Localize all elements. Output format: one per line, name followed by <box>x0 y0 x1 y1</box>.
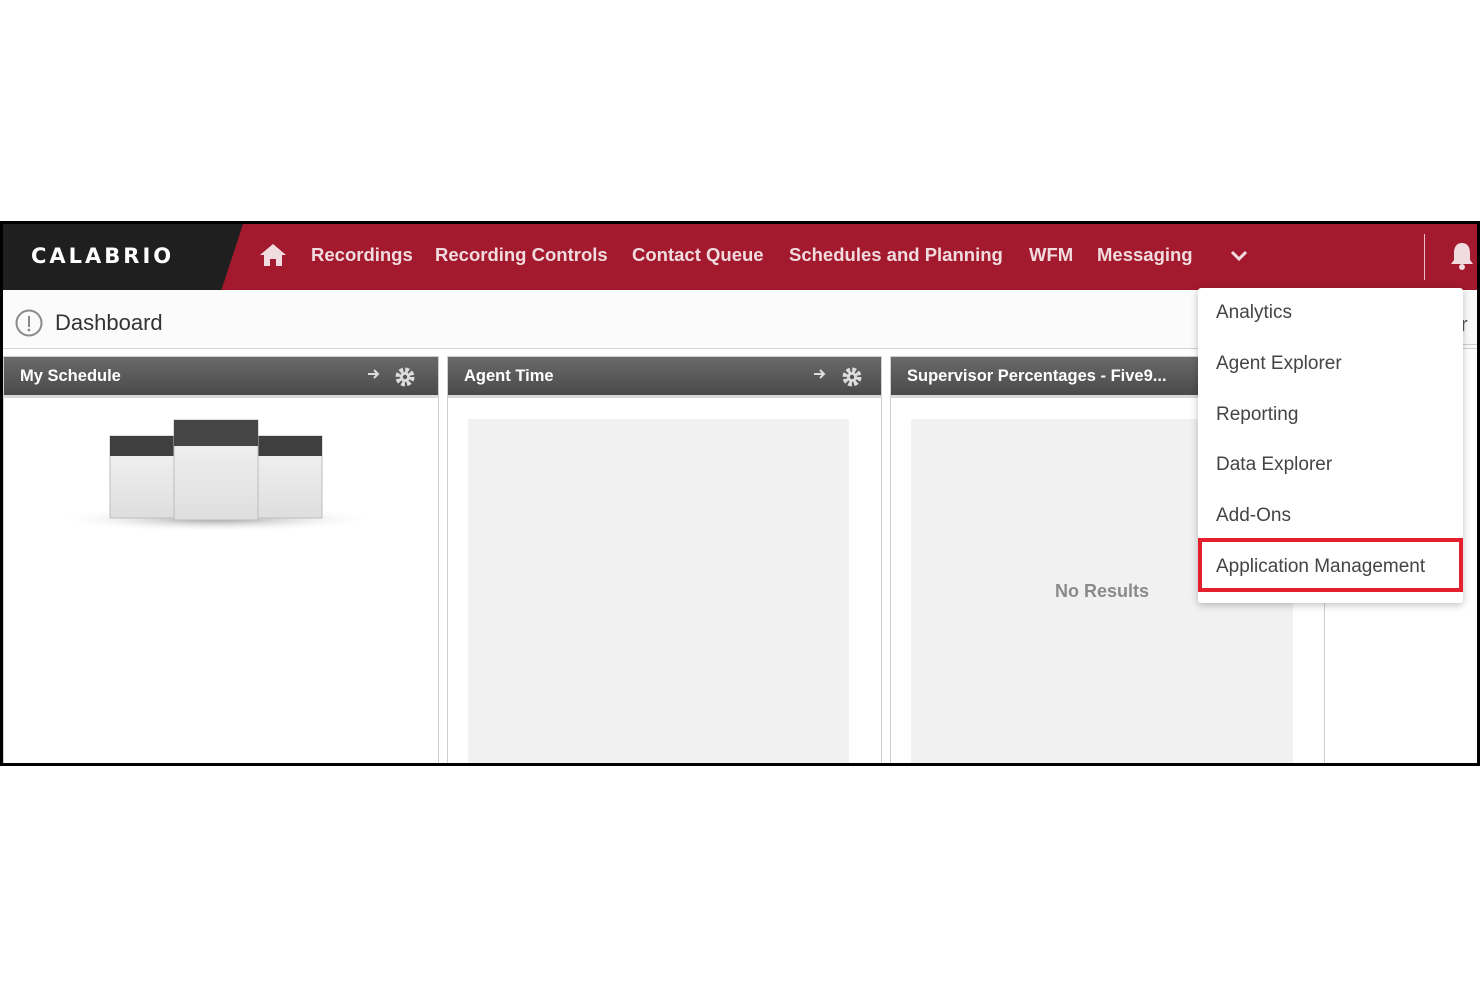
nav-recording-controls[interactable]: Recording Controls <box>435 244 608 266</box>
widget-title: Agent Time <box>464 367 554 385</box>
nav-recordings[interactable]: Recordings <box>311 244 413 266</box>
highlight-box <box>1198 538 1463 592</box>
info-icon[interactable] <box>14 308 44 343</box>
nav-schedules-and-planning[interactable]: Schedules and Planning <box>789 244 1003 266</box>
menu-item-analytics[interactable]: Analytics <box>1216 302 1292 324</box>
page-title: Dashboard <box>55 310 163 335</box>
arrow-right-icon[interactable] <box>812 366 828 387</box>
chevron-down-icon[interactable] <box>1229 248 1249 269</box>
widget-title: Supervisor Percentages - Five9... <box>907 367 1167 385</box>
nav-contact-queue[interactable]: Contact Queue <box>632 244 764 266</box>
loading-placeholder <box>468 419 849 763</box>
brand-logo: CALABRIO <box>31 244 175 268</box>
gear-icon[interactable] <box>841 366 863 393</box>
home-icon[interactable] <box>259 242 287 273</box>
empty-schedule-illustration <box>56 419 376 532</box>
bell-icon[interactable] <box>1449 240 1475 277</box>
menu-item-data-explorer[interactable]: Data Explorer <box>1216 454 1332 476</box>
menu-item-agent-explorer[interactable]: Agent Explorer <box>1216 353 1342 375</box>
widget-header: Agent Time <box>448 357 881 398</box>
nav-divider <box>1424 234 1425 280</box>
widget-title: My Schedule <box>20 367 121 385</box>
brand-area[interactable]: CALABRIO <box>3 224 243 290</box>
arrow-right-icon[interactable] <box>366 366 382 387</box>
widget-header: My Schedule <box>4 357 438 398</box>
nav-wfm[interactable]: WFM <box>1029 244 1073 266</box>
top-nav-bar: CALABRIO Recordings Recording Controls C… <box>3 224 1477 290</box>
widget-agent-time: Agent Time <box>447 356 882 763</box>
widget-my-schedule: My Schedule <box>3 356 439 763</box>
menu-item-add-ons[interactable]: Add-Ons <box>1216 505 1291 527</box>
menu-item-reporting[interactable]: Reporting <box>1216 404 1298 426</box>
app-window: CALABRIO Recordings Recording Controls C… <box>0 221 1480 766</box>
nav-messaging[interactable]: Messaging <box>1097 244 1193 266</box>
gear-icon[interactable] <box>394 366 416 393</box>
